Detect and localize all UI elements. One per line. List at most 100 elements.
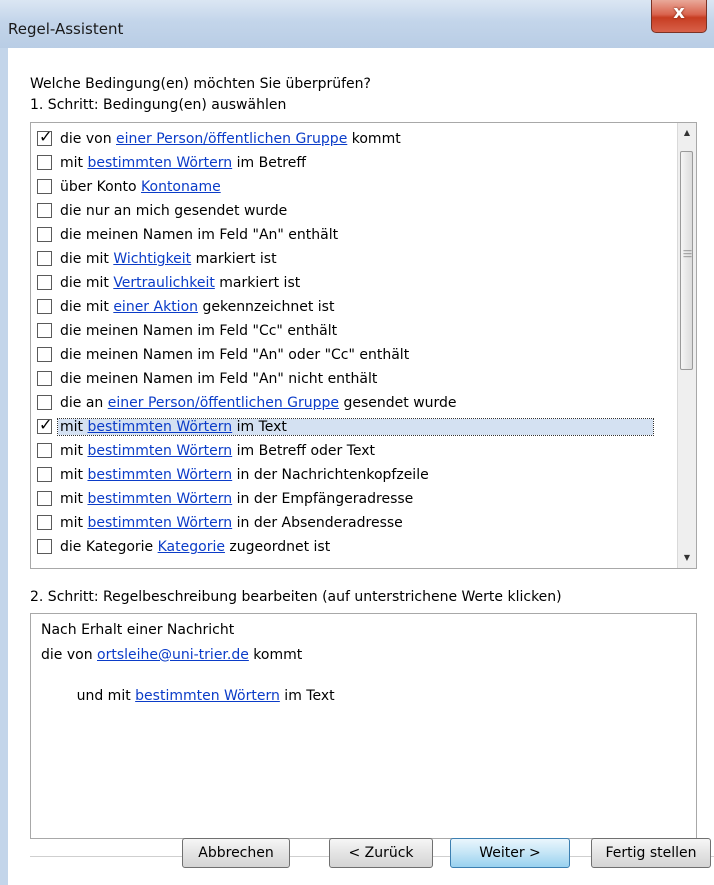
condition-row[interactable]: über Konto Kontoname <box>31 177 671 201</box>
close-button[interactable]: x <box>651 0 707 33</box>
condition-checkbox[interactable]: ✓ <box>37 415 52 434</box>
condition-row[interactable]: mit bestimmten Wörtern in der Nachrichte… <box>31 465 671 489</box>
condition-row[interactable]: mit bestimmten Wörtern in der Empfängera… <box>31 489 671 513</box>
question-label: Welche Bedingung(en) möchten Sie überprü… <box>30 76 371 92</box>
condition-value-link[interactable]: einer Person/öffentlichen Gruppe <box>116 131 347 147</box>
condition-text: die mit <box>60 251 114 267</box>
condition-row[interactable]: mit bestimmten Wörtern im Betreff oder T… <box>31 441 671 465</box>
back-button[interactable]: < Zurück <box>329 838 433 868</box>
condition-text: die meinen Namen im Feld "An" oder "Cc" … <box>60 347 410 363</box>
condition-checkbox[interactable] <box>37 227 52 242</box>
description-text: im Text <box>279 688 335 704</box>
condition-checkbox[interactable] <box>37 515 52 530</box>
grip-icon: — — — <box>683 246 692 262</box>
next-button[interactable]: Weiter > <box>450 838 570 868</box>
condition-list[interactable]: die Kategorie Kategorie zugeordnet ist mi… <box>30 122 697 569</box>
condition-value-link[interactable]: Kontoname <box>141 179 221 195</box>
condition-text: die nur an mich gesendet wurde <box>60 203 288 219</box>
condition-row[interactable]: die meinen Namen im Feld "Cc" enthält <box>31 321 671 345</box>
condition-checkbox[interactable] <box>37 395 52 410</box>
condition-checkbox[interactable] <box>37 251 52 266</box>
condition-checkbox[interactable] <box>37 155 52 170</box>
checkmark-icon: ✓ <box>39 415 53 434</box>
condition-checkbox[interactable] <box>37 467 52 482</box>
window-frame-left <box>0 48 8 885</box>
condition-row[interactable]: die mit einer Aktion gekennzeichnet ist <box>31 297 671 321</box>
condition-value-link[interactable]: bestimmten Wörtern <box>87 515 232 531</box>
condition-value-link[interactable]: bestimmten Wörtern <box>87 155 232 171</box>
condition-value-link[interactable]: bestimmten Wörtern <box>87 467 232 483</box>
condition-label: die Kategorie Kategorie zugeordnet ist <box>60 539 330 555</box>
condition-checkbox[interactable] <box>37 299 52 314</box>
condition-row[interactable]: die mit Vertraulichkeit markiert ist <box>31 273 671 297</box>
condition-row[interactable]: die an einer Person/öffentlichen Gruppe … <box>31 393 671 417</box>
condition-label: über Konto Kontoname <box>60 179 221 195</box>
description-line: und mit bestimmten Wörtern im Text <box>41 672 335 720</box>
dialog-content: Welche Bedingung(en) möchten Sie überprü… <box>8 48 714 885</box>
checkmark-icon: ✓ <box>39 127 53 146</box>
condition-value-link[interactable]: Vertraulichkeit <box>113 275 215 291</box>
condition-value-link[interactable]: Wichtigkeit <box>113 251 191 267</box>
condition-value-link[interactable]: Kategorie <box>158 539 225 555</box>
condition-value-link[interactable]: einer Person/öffentlichen Gruppe <box>108 395 339 411</box>
condition-label: die von einer Person/öffentlichen Gruppe… <box>60 131 401 147</box>
words-link[interactable]: bestimmten Wörtern <box>135 688 280 704</box>
condition-text: im Betreff <box>232 155 307 171</box>
condition-label: die meinen Namen im Feld "An" enthält <box>60 227 338 243</box>
condition-text: in der Absenderadresse <box>232 515 403 531</box>
condition-row[interactable]: ✓ mit bestimmten Wörtern im Text <box>31 415 671 441</box>
condition-text: die meinen Namen im Feld "Cc" enthält <box>60 323 338 339</box>
condition-text: markiert ist <box>191 251 277 267</box>
condition-text: die mit <box>60 299 114 315</box>
condition-label: mit bestimmten Wörtern in der Empfängera… <box>60 491 413 507</box>
condition-row[interactable]: die meinen Namen im Feld "An" nicht enth… <box>31 369 671 393</box>
condition-checkbox[interactable] <box>37 539 52 554</box>
condition-checkbox[interactable] <box>37 443 52 458</box>
condition-checkbox[interactable] <box>37 203 52 218</box>
finish-button[interactable]: Fertig stellen <box>591 838 711 868</box>
condition-checkbox[interactable] <box>37 491 52 506</box>
condition-checkbox[interactable] <box>37 347 52 362</box>
condition-value-link[interactable]: bestimmten Wörtern <box>87 491 232 507</box>
condition-text: in der Empfängeradresse <box>232 491 414 507</box>
close-icon: x <box>673 2 685 23</box>
condition-value-link[interactable]: bestimmten Wörtern <box>87 419 232 435</box>
condition-text: die Kategorie <box>60 539 158 555</box>
condition-row[interactable]: die nur an mich gesendet wurde <box>31 201 671 225</box>
condition-label: mit bestimmten Wörtern im Betreff <box>60 155 306 171</box>
condition-text: in der Nachrichtenkopfzeile <box>232 467 429 483</box>
condition-text: die an <box>60 395 108 411</box>
condition-checkbox[interactable]: ✓ <box>37 127 52 146</box>
description-line: Nach Erhalt einer Nachricht <box>41 622 234 638</box>
condition-checkbox[interactable] <box>37 179 52 194</box>
scroll-up-icon[interactable]: ▲ <box>678 123 696 143</box>
condition-checkbox[interactable] <box>37 323 52 338</box>
condition-row[interactable]: die meinen Namen im Feld "An" enthält <box>31 225 671 249</box>
sender-link[interactable]: ortsleihe@uni-trier.de <box>97 647 249 663</box>
condition-text: im Betreff oder Text <box>232 443 376 459</box>
condition-label: mit bestimmten Wörtern im Betreff oder T… <box>60 443 375 459</box>
condition-value-link[interactable]: bestimmten Wörtern <box>87 443 232 459</box>
condition-row[interactable]: mit bestimmten Wörtern in der Absenderad… <box>31 513 671 537</box>
condition-row[interactable]: mit bestimmten Wörtern im Betreff <box>31 153 671 177</box>
scroll-thumb[interactable]: — — — <box>680 151 693 370</box>
vertical-scrollbar[interactable]: ▲ — — — ▼ <box>677 123 696 568</box>
condition-text: mit <box>60 419 88 435</box>
condition-checkbox[interactable] <box>37 371 52 386</box>
condition-value-link[interactable]: einer Aktion <box>113 299 198 315</box>
condition-row[interactable]: die mit Wichtigkeit markiert ist <box>31 249 671 273</box>
step1-label: 1. Schritt: Bedingung(en) auswählen <box>30 97 287 113</box>
condition-checkbox[interactable] <box>37 275 52 290</box>
scroll-down-icon[interactable]: ▼ <box>678 548 696 568</box>
condition-label: mit bestimmten Wörtern in der Nachrichte… <box>60 467 429 483</box>
condition-row[interactable]: die Kategorie Kategorie zugeordnet ist <box>31 537 671 561</box>
title-bar: Regel-Assistent x <box>0 0 714 49</box>
description-text: die von <box>41 647 98 663</box>
condition-text: die mit <box>60 275 114 291</box>
condition-label: die an einer Person/öffentlichen Gruppe … <box>60 395 457 411</box>
condition-text: die von <box>60 131 117 147</box>
condition-label: die mit Wichtigkeit markiert ist <box>60 251 277 267</box>
cancel-button[interactable]: Abbrechen <box>182 838 290 868</box>
condition-row[interactable]: ✓ die von einer Person/öffentlichen Grupp… <box>31 127 671 153</box>
condition-row[interactable]: die meinen Namen im Feld "An" oder "Cc" … <box>31 345 671 369</box>
